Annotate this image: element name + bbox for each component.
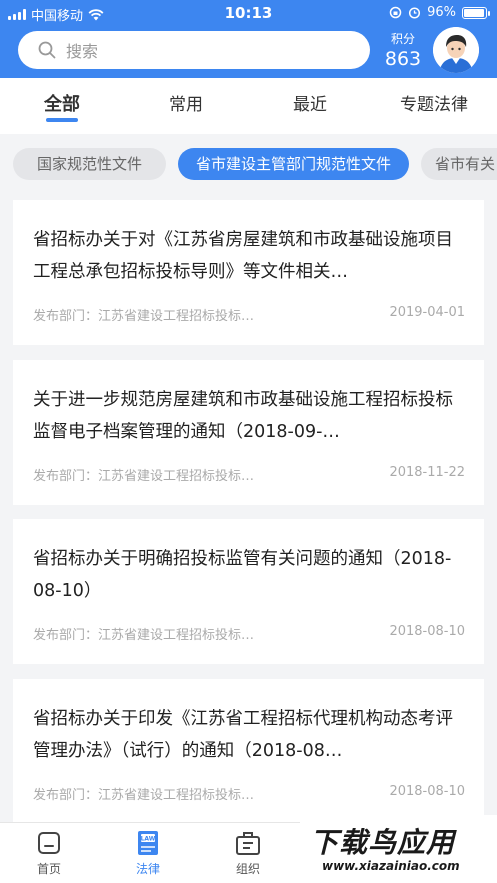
status-bar: 中国移动 10:13 96%	[0, 0, 497, 26]
chip-national-regulations[interactable]: 国家规范性文件	[13, 148, 166, 180]
points-label: 积分	[390, 32, 415, 46]
tab-frequent[interactable]: 常用	[136, 90, 236, 115]
document-department: 发布部门：江苏省建设工程招标投标…	[33, 469, 255, 484]
search-icon	[38, 41, 56, 59]
search-input[interactable]: 搜索	[18, 31, 370, 69]
tab-topic-laws[interactable]: 专题法律	[384, 90, 484, 115]
document-date: 2019-04-01	[389, 305, 465, 320]
home-icon	[38, 832, 60, 854]
document-card[interactable]: 省招标办关于印发《江苏省工程招标代理机构动态考评管理办法》（试行）的通知（201…	[13, 679, 484, 824]
document-date: 2018-08-10	[389, 624, 465, 639]
document-card[interactable]: 关于进一步规范房屋建筑和市政基础设施工程招标投标监督电子档案管理的通知（2018…	[13, 360, 484, 505]
top-tab-bar: 全部 常用 最近 专题法律	[0, 78, 497, 134]
document-department: 发布部门：江苏省建设工程招标投标…	[33, 788, 255, 803]
watermark-url: www.xiazainiao.com	[322, 859, 460, 873]
orientation-lock-icon	[389, 6, 402, 19]
document-date: 2018-08-10	[389, 784, 465, 799]
nav-home-label: 首页	[36, 862, 61, 876]
document-card[interactable]: 省招标办关于明确招投标监管有关问题的通知（2018-08-10） 发布部门：江苏…	[13, 519, 484, 664]
app-header: 中国移动 10:13 96% 搜索 积分 863	[0, 0, 497, 78]
nav-home[interactable]: 首页	[19, 829, 79, 877]
nav-organization-label: 组织	[235, 862, 260, 876]
organization-icon	[236, 832, 260, 855]
battery-icon	[462, 6, 490, 19]
document-title: 省招标办关于明确招投标监管有关问题的通知（2018-08-10）	[33, 549, 452, 601]
document-date: 2018-11-22	[389, 465, 465, 480]
law-book-icon: LAW	[138, 831, 158, 855]
nav-organization[interactable]: 组织	[218, 829, 278, 877]
document-department: 发布部门：江苏省建设工程招标投标…	[33, 309, 255, 324]
search-placeholder: 搜索	[66, 42, 99, 61]
user-avatar-icon	[433, 27, 479, 73]
watermark-logo-text: 下载鸟应用	[310, 826, 456, 859]
document-title: 省招标办关于对《江苏省房屋建筑和市政基础设施项目工程总承包招标投标导则》等文件相…	[33, 230, 453, 282]
site-watermark: 下载鸟应用 www.xiazainiao.com	[300, 815, 497, 883]
document-department: 发布部门：江苏省建设工程招标投标…	[33, 628, 255, 643]
avatar[interactable]	[433, 27, 479, 73]
nav-law-label: 法律	[135, 862, 160, 876]
alarm-icon	[409, 7, 421, 19]
document-title: 省招标办关于印发《江苏省工程招标代理机构动态考评管理办法》（试行）的通知（201…	[33, 709, 453, 761]
chip-provincial-related[interactable]: 省市有关	[421, 148, 497, 180]
tab-recent[interactable]: 最近	[260, 90, 360, 115]
nav-law[interactable]: LAW 法律	[118, 829, 178, 877]
document-title: 关于进一步规范房屋建筑和市政基础设施工程招标投标监督电子档案管理的通知（2018…	[33, 390, 453, 442]
category-chip-row: 国家规范性文件 省市建设主管部门规范性文件 省市有关	[0, 134, 497, 194]
tab-all[interactable]: 全部	[12, 90, 112, 116]
points-display[interactable]: 积分 863	[380, 30, 426, 70]
active-tab-indicator	[46, 118, 78, 122]
points-value: 863	[384, 48, 422, 70]
document-card[interactable]: 省招标办关于对《江苏省房屋建筑和市政基础设施项目工程总承包招标投标导则》等文件相…	[13, 200, 484, 345]
battery-percent: 96%	[427, 5, 456, 20]
svg-text:LAW: LAW	[141, 836, 156, 843]
chip-provincial-construction-regulations[interactable]: 省市建设主管部门规范性文件	[178, 148, 409, 180]
